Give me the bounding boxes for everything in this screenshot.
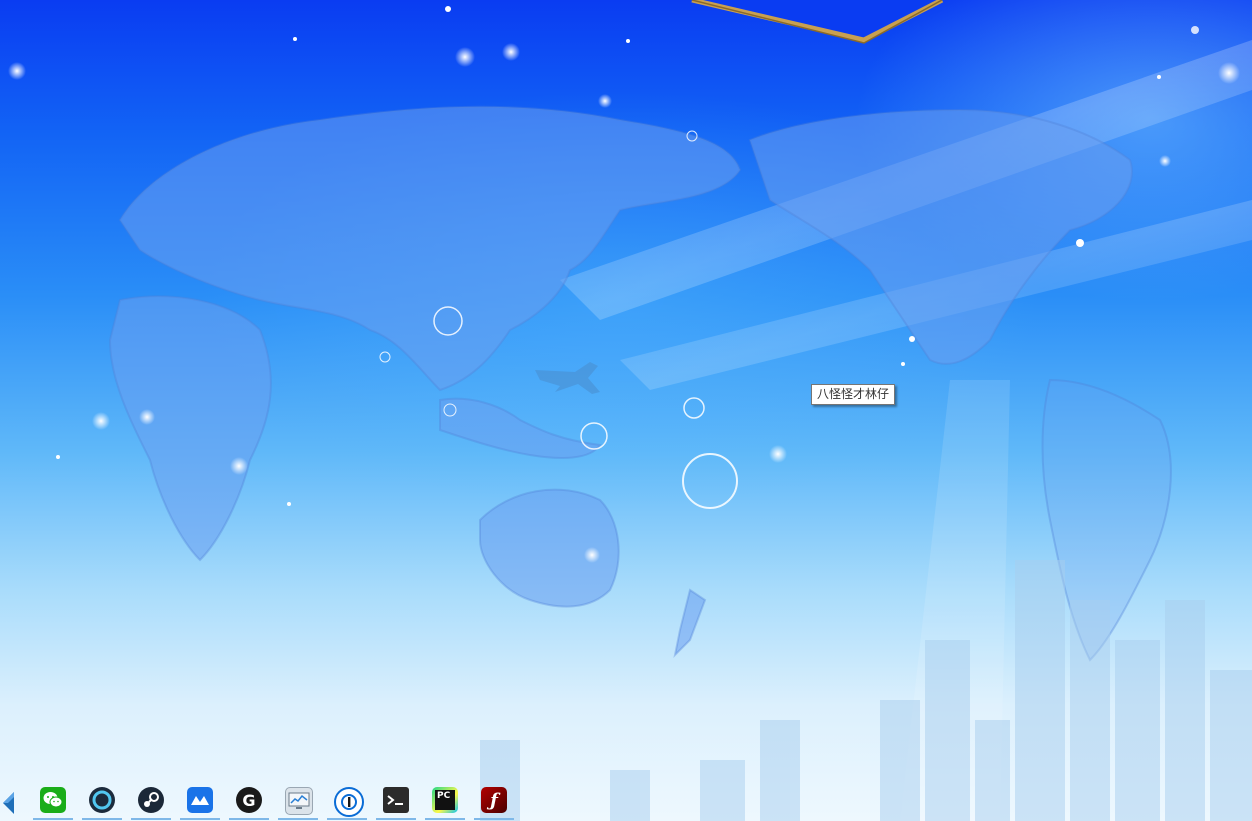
chevron-left-icon (3, 792, 14, 814)
flash-icon: ƒ (481, 787, 507, 813)
taskbar-item-g-app[interactable]: G (229, 786, 269, 820)
pycharm-glyph: PC (435, 790, 455, 810)
taskbar-item-wechat[interactable] (33, 786, 73, 820)
taskbar-item-indicator (425, 818, 465, 820)
taskbar-item-flash[interactable]: ƒ (474, 786, 514, 820)
g-logo-icon: G (236, 787, 262, 813)
taskbar-item-indicator (229, 818, 269, 820)
taskbar: G PC ƒ (0, 780, 530, 821)
terminal-icon (383, 787, 409, 813)
taskbar-scroll-left-button[interactable] (0, 790, 18, 816)
tooltip: 八怪怪才林仔 (811, 384, 896, 405)
flash-glyph: ƒ (490, 789, 498, 811)
taskbar-item-indicator (327, 818, 367, 820)
wallpaper-world-map (8, 6, 1252, 821)
steam-icon (138, 787, 164, 813)
blue-app-icon (187, 787, 213, 813)
taskbar-item-indicator (278, 818, 318, 820)
taskbar-item-ring-app[interactable] (82, 786, 122, 820)
taskbar-item-pycharm[interactable]: PC (425, 786, 465, 820)
wallpaper-frame-corner (691, 0, 944, 44)
taskbar-item-indicator (131, 818, 171, 820)
taskbar-item-indicator (474, 818, 514, 820)
monitor-icon (285, 787, 313, 815)
ring-icon (89, 787, 115, 813)
taskbar-item-indicator (82, 818, 122, 820)
desktop: 八怪怪才林仔 G PC ƒ (0, 0, 1252, 821)
taskbar-item-indicator (376, 818, 416, 820)
taskbar-item-terminal[interactable] (376, 786, 416, 820)
g-logo-glyph: G (242, 790, 256, 810)
wechat-icon (40, 787, 66, 813)
taskbar-item-blue-app[interactable] (180, 786, 220, 820)
taskbar-item-1password[interactable] (327, 786, 367, 820)
pycharm-icon: PC (432, 787, 458, 813)
taskbar-item-indicator (33, 818, 73, 820)
taskbar-item-resource-monitor[interactable] (278, 786, 318, 820)
key-icon (334, 787, 364, 817)
taskbar-item-indicator (180, 818, 220, 820)
taskbar-item-steam[interactable] (131, 786, 171, 820)
